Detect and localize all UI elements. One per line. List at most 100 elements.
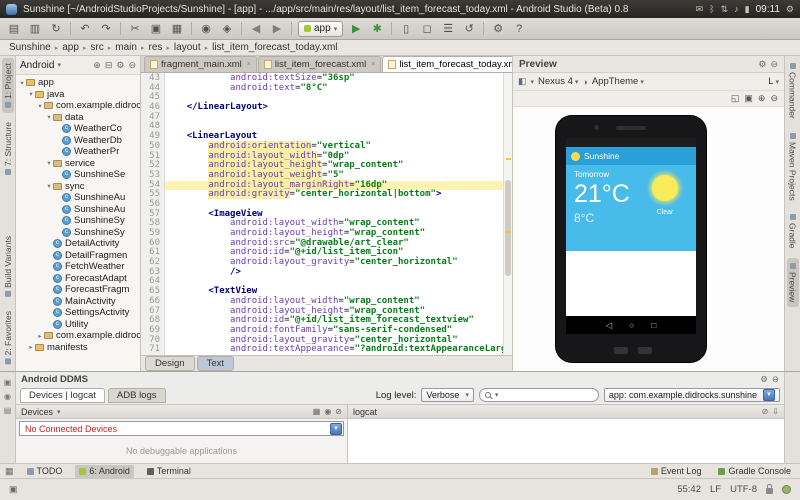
toolwindow-button-1-project[interactable]: 1: Project [2, 58, 14, 113]
line-separator-indicator[interactable]: LF [710, 484, 721, 495]
toolwindow-button-build-variants[interactable]: Build Variants [2, 231, 14, 302]
ddms-tab-devices-logcat[interactable]: Devices | logcat [20, 388, 105, 403]
settings-icon[interactable]: ⚙ [488, 20, 508, 38]
save-all-icon[interactable]: ▥ [25, 20, 45, 38]
gear-icon[interactable]: ⚙ [760, 374, 768, 385]
settings-icon[interactable]: ⚙ [116, 60, 124, 71]
device-combo[interactable]: Nexus 4 ▾ [538, 76, 578, 87]
editor-scrollbar[interactable] [503, 73, 512, 355]
toolwindow-button-event-log[interactable]: Event Log [647, 465, 706, 478]
lock-icon[interactable] [766, 488, 773, 494]
tree-item-manifests[interactable]: ▸manifests [16, 342, 140, 354]
tree-item-sunshinese[interactable]: cSunshineSe [16, 169, 140, 181]
toolwindow-button-2-favorites[interactable]: 2: Favorites [2, 306, 14, 369]
android-toolwindow-icon[interactable]: ▣ [4, 378, 12, 387]
editor-tab-list-item-forecast-today-xml[interactable]: list_item_forecast_today.xml× [382, 56, 533, 72]
tree-item-app[interactable]: ▾app [16, 77, 140, 89]
code-editor[interactable]: 4344454647484950515253545556575859606162… [141, 73, 512, 355]
sync-icon[interactable]: ↻ [46, 20, 66, 38]
logcat-output[interactable] [348, 419, 784, 463]
close-icon[interactable]: × [247, 61, 251, 68]
hide-panel-icon[interactable]: ⊖ [770, 59, 778, 70]
scrollbar-thumb[interactable] [505, 180, 511, 276]
undo-icon[interactable]: ↶ [75, 20, 95, 38]
copy-icon[interactable]: ▣ [146, 20, 166, 38]
tree-item-service[interactable]: ▾service [16, 158, 140, 170]
zoom-in-icon[interactable]: ⊕ [758, 93, 766, 104]
tree-item-detailactivity[interactable]: cDetailActivity [16, 238, 140, 250]
breadcrumb-item-main[interactable]: main [114, 42, 138, 53]
replace-icon[interactable]: ◈ [217, 20, 237, 38]
toolwindow-button-todo[interactable]: TODO [23, 465, 67, 478]
breadcrumb-item-res[interactable]: res [147, 42, 163, 53]
tree-item-com-example-didroc[interactable]: ▸com.example.didroc [16, 330, 140, 342]
device-select-combo[interactable]: No Connected Devices ▼ [19, 421, 344, 436]
code-text[interactable]: android:textSize="36sp" android:text="8°… [165, 73, 503, 355]
find-icon[interactable]: ◉ [196, 20, 216, 38]
orientation-icon[interactable]: ◧ [518, 76, 527, 87]
editor-tab-fragment-main-xml[interactable]: fragment_main.xml× [144, 56, 257, 72]
tree-item-settingsactivity[interactable]: cSettingsActivity [16, 307, 140, 319]
toolwindow-button-6-android[interactable]: 6: Android [75, 465, 134, 478]
zoom-actual-icon[interactable]: ▣ [744, 93, 753, 104]
toolwindow-button-gradle-console[interactable]: Gradle Console [714, 465, 795, 478]
breadcrumb-item-src[interactable]: src [89, 42, 104, 53]
toolwindow-switcher-icon[interactable]: ▦ [5, 466, 14, 477]
ddms-tab-adb-logs[interactable]: ADB logs [108, 388, 166, 403]
theme-icon[interactable]: ◑ [582, 77, 587, 87]
run-icon[interactable]: ▶ [346, 20, 366, 38]
tree-item-sunshinesy[interactable]: cSunshineSy [16, 215, 140, 227]
logcat-search-input[interactable]: ▾ [479, 388, 599, 402]
breadcrumb-item-layout[interactable]: layout [173, 42, 202, 53]
forward-icon[interactable]: ▶ [267, 20, 287, 38]
toolwindow-button-7-structure[interactable]: 7: Structure [2, 117, 14, 180]
android-device-monitor-icon[interactable]: ▯ [396, 20, 416, 38]
encoding-indicator[interactable]: UTF-8 [730, 484, 757, 495]
session-menu-icon[interactable]: ⚙ [786, 4, 794, 15]
tree-item-forecastadapt[interactable]: cForecastAdapt [16, 273, 140, 285]
tree-item-sunshineau[interactable]: cSunshineAu [16, 192, 140, 204]
toolwindow-button-preview[interactable]: Preview [787, 258, 799, 307]
statusbar-toggle-icon[interactable]: ▣ [9, 484, 18, 495]
clear-logcat-icon[interactable]: ⊘ [762, 407, 769, 416]
hide-panel-icon[interactable]: ⊖ [772, 374, 779, 385]
toolwindow-button-maven-projects[interactable]: Maven Projects [787, 128, 799, 206]
tree-item-fetchweather[interactable]: cFetchWeather [16, 261, 140, 273]
zoom-fit-icon[interactable]: ◱ [731, 93, 740, 104]
toolwindow-button-terminal[interactable]: Terminal [143, 465, 195, 478]
breadcrumb-item-app[interactable]: app [61, 42, 80, 53]
settings-icon[interactable]: ⚙ [758, 59, 766, 70]
help-icon[interactable]: ? [509, 20, 529, 38]
screen-capture-icon[interactable]: ▦ [313, 407, 321, 416]
tree-item-java[interactable]: ▾java [16, 89, 140, 101]
screenshot-icon[interactable]: ◉ [4, 392, 11, 401]
tree-item-data[interactable]: ▾data [16, 112, 140, 124]
tab-text[interactable]: Text [197, 356, 234, 371]
collapse-all-icon[interactable]: ⊟ [105, 60, 113, 71]
layers-icon[interactable]: ▤ [4, 406, 12, 415]
tree-item-detailfragmen[interactable]: cDetailFragmen [16, 250, 140, 262]
hide-panel-icon[interactable]: ⊖ [128, 60, 136, 71]
tree-item-sunshinesy[interactable]: cSunshineSy [16, 227, 140, 239]
zoom-out-icon[interactable]: ⊖ [770, 93, 778, 104]
sdk-manager-icon[interactable]: ☰ [438, 20, 458, 38]
redo-icon[interactable]: ↷ [96, 20, 116, 38]
paste-icon[interactable]: ▦ [167, 20, 187, 38]
expand-all-icon[interactable]: ⊕ [93, 60, 101, 71]
breadcrumb-item-sunshine[interactable]: Sunshine [8, 42, 52, 53]
inspection-profile-icon[interactable] [782, 485, 791, 494]
back-icon[interactable]: ◀ [246, 20, 266, 38]
caret-position[interactable]: 55:42 [677, 484, 701, 495]
scroll-to-end-icon[interactable]: ⇩ [772, 407, 779, 416]
gradle-sync-icon[interactable]: ↺ [459, 20, 479, 38]
tree-item-weatherdb[interactable]: cWeatherDb [16, 135, 140, 147]
tree-item-sync[interactable]: ▾sync [16, 181, 140, 193]
toolwindow-button-gradle[interactable]: Gradle [787, 209, 799, 254]
editor-tab-list-item-forecast-xml[interactable]: list_item_forecast.xml× [258, 56, 381, 72]
tree-item-sunshineau[interactable]: cSunshineAu [16, 204, 140, 216]
run-configuration-combo[interactable]: app▾ [298, 21, 343, 37]
tree-item-weatherpr[interactable]: cWeatherPr [16, 146, 140, 158]
log-level-select[interactable]: Verbose ▾ [421, 388, 474, 402]
open-icon[interactable]: ▤ [4, 20, 24, 38]
tree-item-forecastfragm[interactable]: cForecastFragm [16, 284, 140, 296]
